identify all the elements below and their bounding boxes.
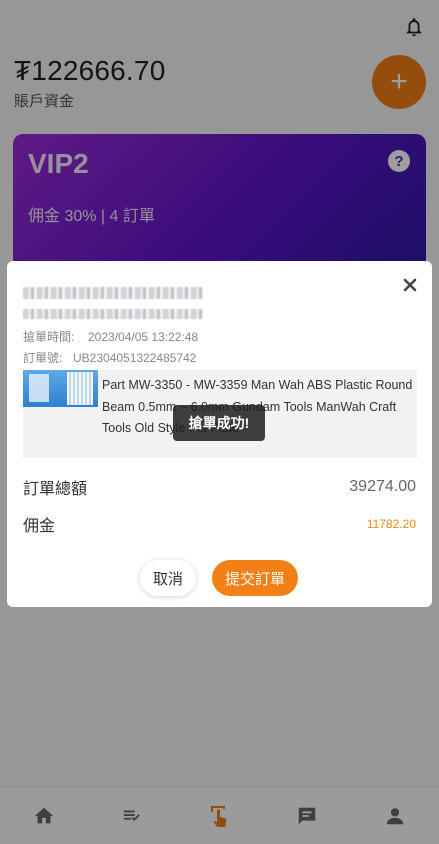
close-icon[interactable] [402, 277, 418, 293]
order-total-value: 39274.00 [349, 478, 416, 495]
grab-time-row: 搶單時間: 2023/04/05 13:22:48 [23, 328, 198, 345]
order-number-label: 訂單號: [23, 351, 63, 365]
order-number-value: UB2304051322485742 [73, 351, 197, 365]
grab-time-label: 搶單時間: [23, 330, 75, 344]
success-toast: 搶單成功! [173, 405, 265, 441]
submit-order-button[interactable]: 提交訂單 [212, 560, 298, 596]
commission-label: 佣金 [23, 518, 56, 535]
redacted-line [23, 287, 203, 299]
grab-time-value: 2023/04/05 13:22:48 [88, 330, 199, 344]
order-total-row: 訂單總額 39274.00 [23, 475, 416, 499]
redacted-line [23, 309, 203, 319]
product-image [23, 370, 98, 407]
order-number-row: 訂單號: UB2304051322485742 [23, 349, 196, 366]
cancel-button[interactable]: 取消 [140, 560, 196, 596]
commission-value: 11782.20 [366, 517, 416, 531]
order-dialog: 搶單時間: 2023/04/05 13:22:48 訂單號: UB230405132… [7, 261, 432, 607]
order-total-label: 訂單總額 [23, 481, 88, 498]
commission-row: 佣金 11782.20 [23, 512, 416, 536]
